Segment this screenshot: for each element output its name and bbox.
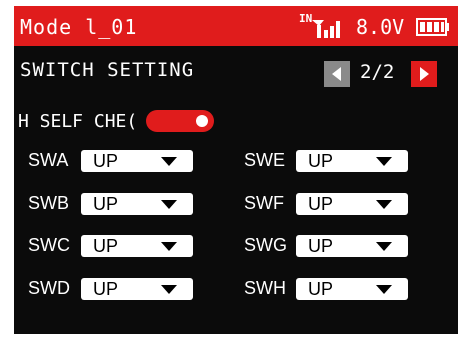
switch-value: UP <box>308 236 334 256</box>
switch-label-swd: SWD <box>28 278 70 298</box>
switch-select-swa[interactable]: UP <box>81 150 193 172</box>
chevron-down-icon <box>161 285 177 294</box>
switch-value: UP <box>93 279 119 299</box>
switch-select-swe[interactable]: UP <box>296 150 408 172</box>
arrow-right-icon <box>420 67 429 81</box>
battery-voltage: 8.0V <box>356 15 405 39</box>
switch-value: UP <box>93 194 119 214</box>
switch-select-swf[interactable]: UP <box>296 193 408 215</box>
arrow-left-icon <box>332 67 341 81</box>
switch-value: UP <box>308 151 334 171</box>
switch-select-swc[interactable]: UP <box>81 235 193 257</box>
page-indicator: 2/2 <box>360 61 395 83</box>
switch-select-swg[interactable]: UP <box>296 235 408 257</box>
switch-select-swd[interactable]: UP <box>81 278 193 300</box>
switch-select-swh[interactable]: UP <box>296 278 408 300</box>
next-page-button[interactable] <box>411 61 437 87</box>
status-bar: Mode l_01 IN 8.0V <box>14 6 458 46</box>
signal-icon <box>312 20 340 38</box>
chevron-down-icon <box>376 200 392 209</box>
self-check-toggle[interactable] <box>146 110 214 132</box>
transmitter-screen: Mode l_01 IN 8.0V SWITCH SETTING 2/2 H S… <box>14 6 458 334</box>
battery-icon <box>416 18 449 36</box>
toggle-knob <box>196 115 208 127</box>
switch-value: UP <box>308 194 334 214</box>
switch-select-swb[interactable]: UP <box>81 193 193 215</box>
switch-label-swh: SWH <box>244 278 286 298</box>
chevron-down-icon <box>161 242 177 251</box>
chevron-down-icon <box>161 200 177 209</box>
switch-value: UP <box>93 236 119 256</box>
chevron-down-icon <box>161 157 177 166</box>
chevron-down-icon <box>376 157 392 166</box>
chevron-down-icon <box>376 285 392 294</box>
self-check-label: H SELF CHE( <box>18 111 138 132</box>
page-title: SWITCH SETTING <box>20 59 195 81</box>
switch-label-swf: SWF <box>244 193 284 213</box>
switch-label-swc: SWC <box>28 235 70 255</box>
switch-value: UP <box>308 279 334 299</box>
switch-label-swb: SWB <box>28 193 70 213</box>
chevron-down-icon <box>376 242 392 251</box>
previous-page-button[interactable] <box>324 61 350 87</box>
switch-label-swa: SWA <box>28 150 69 170</box>
switch-label-swe: SWE <box>244 150 286 170</box>
model-name: Mode l_01 <box>20 15 138 39</box>
switch-value: UP <box>93 151 119 171</box>
input-label: IN <box>299 12 313 25</box>
switch-label-swg: SWG <box>244 235 287 255</box>
